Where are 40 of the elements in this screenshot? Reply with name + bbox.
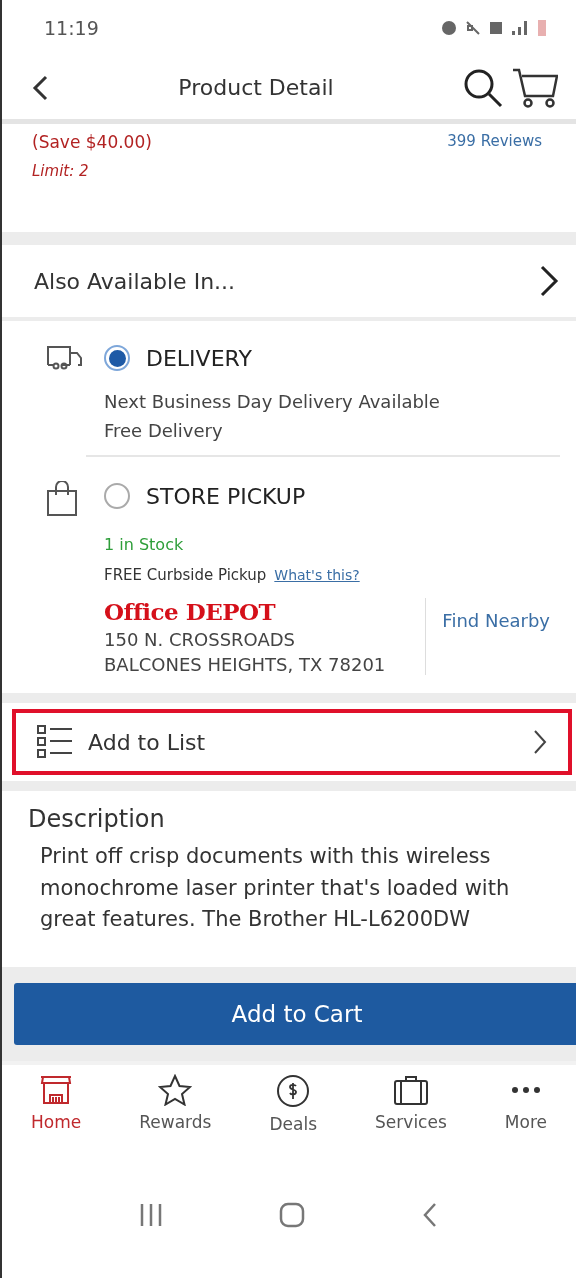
description-text: Print off crisp documents with this wireless monochrome laser printer that's loaded with great features. The Brother HL-L6200DW xyxy=(39,843,511,933)
radio-button[interactable] xyxy=(104,345,130,371)
nav-tab[interactable]: More xyxy=(498,1073,553,1151)
stock-status: 1 in Stock xyxy=(104,535,185,554)
list-icon xyxy=(36,724,74,760)
screen-title: Product Detail xyxy=(177,75,335,100)
savings-text: (Save $40.00) xyxy=(32,132,152,152)
star-icon xyxy=(158,1074,193,1106)
status-time: 11:19 xyxy=(44,17,99,39)
recent-apps-icon xyxy=(139,1201,164,1228)
nav-tab[interactable]: Home xyxy=(25,1073,88,1151)
nav-tab[interactable]: Services xyxy=(369,1073,453,1151)
whats-this-link[interactable]: What's this? xyxy=(274,567,360,583)
delivery-info: Free Delivery xyxy=(104,420,224,441)
dollar-coin-icon xyxy=(276,1074,311,1108)
chevron-icon xyxy=(532,728,548,756)
store-address: 150 N. CROSSROADS xyxy=(104,629,297,650)
chevron-icon xyxy=(538,264,560,298)
store-address: BALCONES HEIGHTS, TX 78201 xyxy=(104,654,387,675)
add-to-list-row[interactable]: Add to List xyxy=(12,709,572,775)
nav-tab[interactable]: Rewards xyxy=(133,1073,218,1151)
find-nearby-link[interactable]: Find Nearby xyxy=(426,598,560,675)
battery-icon xyxy=(538,20,546,36)
description-title: Description xyxy=(27,804,166,835)
signal-icon xyxy=(512,21,528,35)
store-logo: Office DEPOT xyxy=(104,598,277,625)
add-to-cart-button[interactable]: Add to Cart xyxy=(14,983,576,1045)
nav-tab[interactable]: Deals xyxy=(263,1073,324,1151)
more-icon xyxy=(511,1087,540,1093)
briefcase-icon xyxy=(392,1074,429,1106)
limit-text: Limit: 2 xyxy=(32,162,90,180)
reviews-link[interactable]: 399 Reviews xyxy=(447,132,542,232)
shopping-bag-icon xyxy=(46,481,78,517)
curbside-text: FREE Curbside Pickup xyxy=(104,566,267,584)
delivery-info: Next Business Day Delivery Available xyxy=(104,391,441,412)
mute-icon xyxy=(466,21,480,35)
fulfillment-option[interactable]: STORE PICKUP xyxy=(104,471,306,521)
home-icon xyxy=(278,1200,306,1229)
radio-button[interactable] xyxy=(104,483,130,509)
fulfillment-option[interactable]: DELIVERY xyxy=(104,333,252,383)
